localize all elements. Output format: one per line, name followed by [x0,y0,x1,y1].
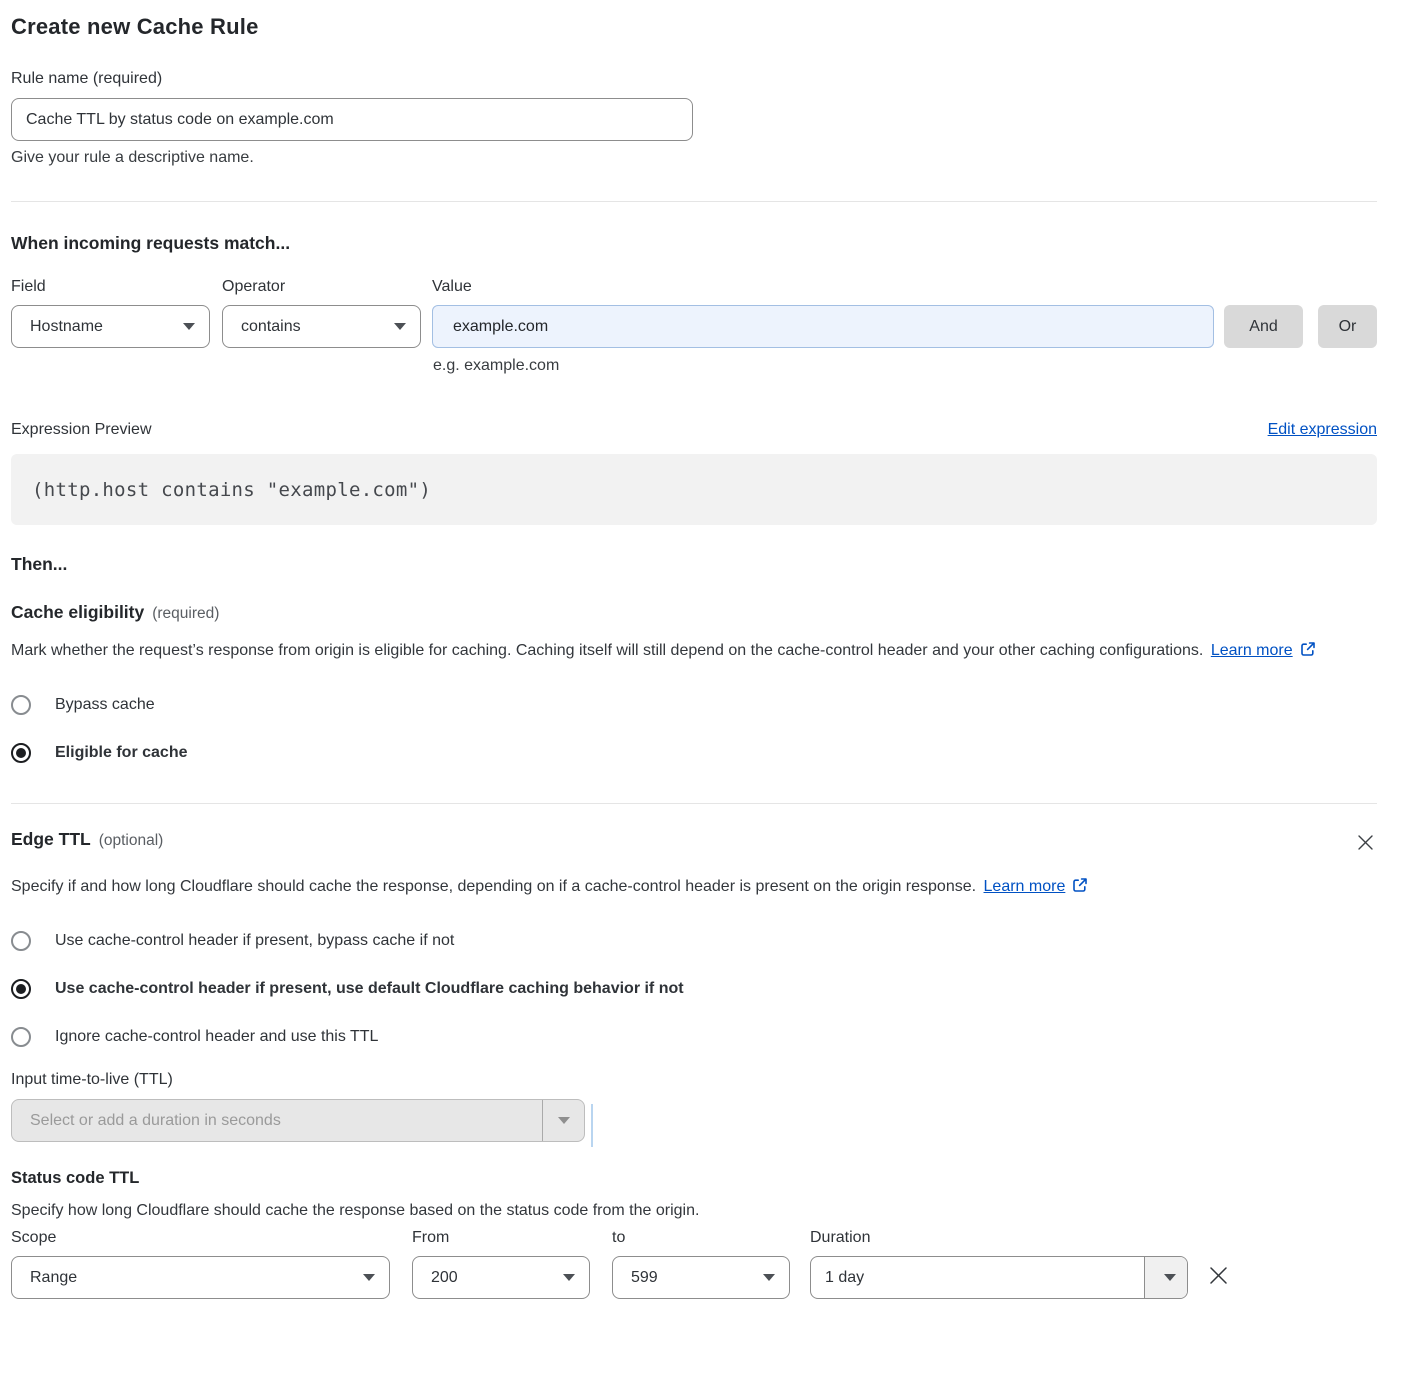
from-label: From [412,1229,612,1247]
status-code-ttl-section: Status code TTL Specify how long Cloudfl… [11,1169,1377,1299]
ttl-select-placeholder: Select or add a duration in seconds [12,1100,542,1141]
to-label: to [612,1229,810,1247]
chevron-down-icon [563,1274,575,1281]
rule-name-label: Rule name (required) [11,70,1377,88]
cache-eligibility-description-text: Mark whether the request’s response from… [11,642,1203,659]
scope-select-value: Range [30,1269,355,1287]
expression-header: Expression Preview Edit expression [11,421,1377,439]
status-labels-row: Scope From to Duration [11,1229,1377,1247]
edit-expression-link[interactable]: Edit expression [1268,421,1377,439]
duration-label: Duration [810,1229,870,1247]
from-select[interactable]: 200 [412,1256,590,1299]
edge-ttl-heading: Edge TTL [11,829,91,850]
radio-icon[interactable] [11,931,31,951]
expression-code-block: (http.host contains "example.com") [11,454,1377,525]
radio-label: Use cache-control header if present, byp… [55,932,454,950]
radio-icon[interactable] [11,979,31,999]
ttl-input-label: Input time-to-live (TTL) [11,1071,585,1089]
expression-code: (http.host contains "example.com") [32,479,431,501]
rule-name-help: Give your rule a descriptive name. [11,149,1377,167]
expression-preview-label: Expression Preview [11,421,152,439]
edge-ttl-description: Specify if and how long Cloudflare shoul… [11,872,1111,903]
edge-ttl-option-ignore[interactable]: Ignore cache-control header and use this… [11,1027,1377,1047]
from-select-value: 200 [431,1269,555,1287]
chevron-down-icon [1164,1274,1176,1281]
value-help-text: e.g. example.com [433,357,1377,375]
ttl-duration-select[interactable]: Select or add a duration in seconds [11,1099,585,1142]
match-labels-row: Field Operator Value [11,278,1377,296]
edge-ttl-header: Edge TTL (optional) [11,829,1377,859]
radio-label: Use cache-control header if present, use… [55,980,684,998]
or-button[interactable]: Or [1318,305,1377,348]
duration-select-value: 1 day [811,1257,1144,1298]
value-label: Value [432,278,472,296]
chevron-down-icon [183,323,195,330]
close-icon[interactable] [1354,831,1377,859]
match-controls-row: Hostname contains And Or [11,305,1377,348]
external-link-icon [1072,874,1088,903]
edge-ttl-option-bypass[interactable]: Use cache-control header if present, byp… [11,931,1377,951]
and-button[interactable]: And [1224,305,1303,348]
cache-eligibility-heading-row: Cache eligibility (required) [11,602,1377,623]
radio-label: Ignore cache-control header and use this… [55,1028,378,1046]
section-divider [11,201,1377,202]
create-cache-rule-form: Create new Cache Rule Rule name (require… [0,0,1412,1329]
learn-more-link[interactable]: Learn more [1211,642,1293,659]
duration-select-arrow-button[interactable] [1144,1257,1187,1298]
optional-tag: (optional) [99,832,164,850]
match-section: When incoming requests match... Field Op… [11,233,1377,375]
scope-label: Scope [11,1229,412,1247]
chevron-down-icon [763,1274,775,1281]
to-select[interactable]: 599 [612,1256,790,1299]
cache-eligibility-description: Mark whether the request’s response from… [11,636,1377,667]
chevron-down-icon [558,1117,570,1124]
required-tag: (required) [152,605,219,623]
cache-eligibility-section: Cache eligibility (required) Mark whethe… [11,602,1377,763]
chevron-down-icon [363,1274,375,1281]
radio-icon[interactable] [11,695,31,715]
field-select-value: Hostname [30,318,175,336]
radio-label: Eligible for cache [55,744,187,762]
bypass-cache-option[interactable]: Bypass cache [11,695,1377,715]
chevron-down-icon [394,323,406,330]
operator-select[interactable]: contains [222,305,421,348]
external-link-icon [1300,638,1316,667]
remove-row-icon[interactable] [1205,1262,1232,1294]
learn-more-link[interactable]: Learn more [984,878,1066,895]
status-code-ttl-description: Specify how long Cloudflare should cache… [11,1202,1377,1220]
field-label: Field [11,278,222,296]
then-heading: Then... [11,554,1377,575]
section-divider [11,803,1377,804]
text-cursor [591,1104,593,1147]
duration-select[interactable]: 1 day [810,1256,1188,1299]
status-code-ttl-heading: Status code TTL [11,1169,1377,1188]
page-title: Create new Cache Rule [11,14,1377,40]
expression-preview-section: Expression Preview Edit expression (http… [11,421,1377,525]
ttl-select-arrow-button[interactable] [542,1100,584,1141]
operator-select-value: contains [241,318,386,336]
radio-icon[interactable] [11,1027,31,1047]
edge-ttl-option-default[interactable]: Use cache-control header if present, use… [11,979,1377,999]
cache-eligibility-heading: Cache eligibility [11,602,144,623]
operator-label: Operator [222,278,432,296]
status-controls-row: Range 200 599 1 day [11,1256,1377,1299]
edge-ttl-description-text: Specify if and how long Cloudflare shoul… [11,878,976,895]
eligible-for-cache-option[interactable]: Eligible for cache [11,743,1377,763]
to-select-value: 599 [631,1269,755,1287]
rule-name-block: Rule name (required) Give your rule a de… [11,70,1377,167]
field-select[interactable]: Hostname [11,305,210,348]
rule-name-input[interactable] [11,98,693,141]
scope-select[interactable]: Range [11,1256,390,1299]
radio-icon[interactable] [11,743,31,763]
ttl-input-block: Input time-to-live (TTL) Select or add a… [11,1071,585,1142]
value-input[interactable] [432,305,1214,348]
radio-label: Bypass cache [55,696,155,714]
edge-ttl-section: Edge TTL (optional) Specify if and how l… [11,829,1377,1299]
match-heading: When incoming requests match... [11,233,1377,254]
